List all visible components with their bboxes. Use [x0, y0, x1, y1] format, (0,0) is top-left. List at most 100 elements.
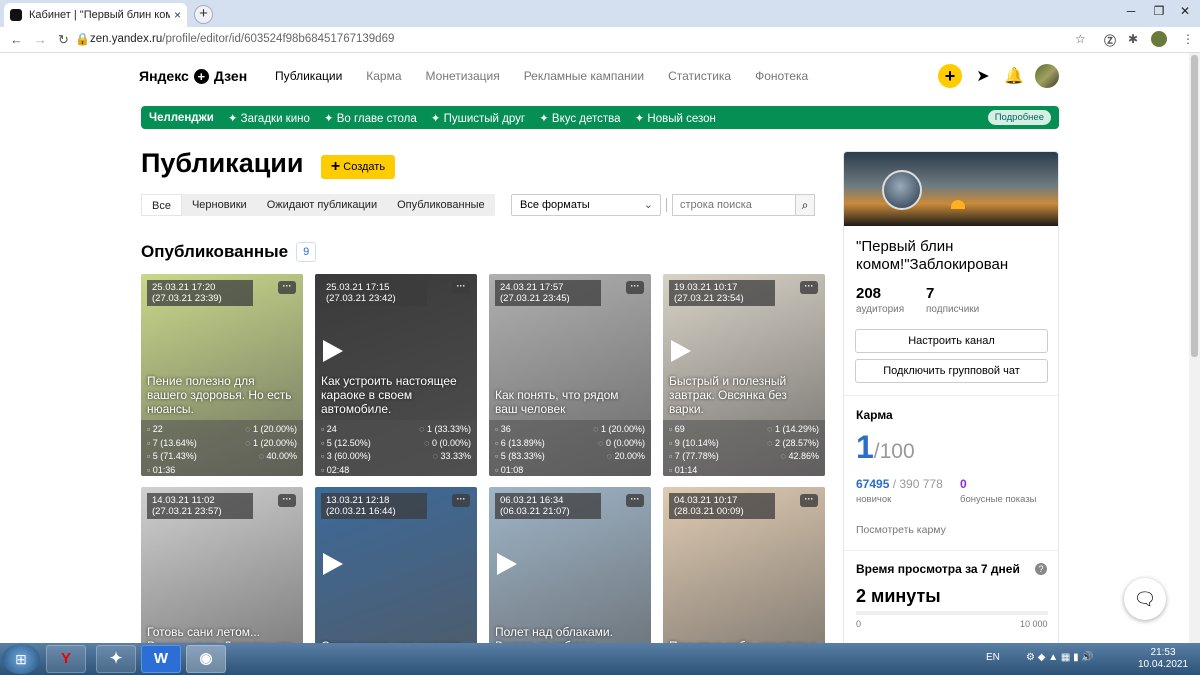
- new-tab-button[interactable]: +: [194, 5, 213, 24]
- avatar[interactable]: [1035, 64, 1059, 88]
- publication-title[interactable]: Пение полезно для вашего здоровья. Но ес…: [147, 374, 295, 416]
- challenges-more-button[interactable]: Подробнее: [987, 110, 1051, 125]
- extensions-puzzle-icon[interactable]: ✱: [1128, 32, 1138, 46]
- back-icon[interactable]: ←: [10, 32, 23, 47]
- extension-z-icon[interactable]: Ⓩ: [1104, 32, 1116, 49]
- play-icon[interactable]: [497, 553, 517, 575]
- play-icon[interactable]: [323, 553, 343, 575]
- clock-date: 10.04.2021: [1138, 659, 1189, 670]
- nav-statistics[interactable]: Статистика: [668, 69, 731, 83]
- minimize-icon[interactable]: ─: [1118, 4, 1144, 18]
- tab-close-icon[interactable]: ×: [174, 8, 181, 22]
- more-options-icon[interactable]: ···: [800, 281, 818, 294]
- clock-time: 21:53: [1150, 647, 1176, 658]
- create-plus-icon[interactable]: +: [938, 64, 962, 88]
- stat-left: 5 (12.50%): [321, 437, 371, 451]
- browser-tab-strip: Кабинет | "Первый блин комом" × + ─ ❐ ✕: [0, 0, 1200, 27]
- more-options-icon[interactable]: ···: [626, 281, 644, 294]
- stat-right: 1 (20.00%): [593, 423, 645, 437]
- start-button-icon[interactable]: ⊞: [2, 644, 40, 674]
- bookmark-star-icon[interactable]: ☆: [1075, 32, 1086, 46]
- chat-bubble-icon[interactable]: 🗨: [1124, 578, 1166, 620]
- challenge-item[interactable]: ✦ Во главе стола: [324, 111, 417, 125]
- reload-icon[interactable]: ↻: [58, 32, 69, 48]
- nav-phonoteka[interactable]: Фонотека: [755, 69, 808, 83]
- word-icon[interactable]: W: [141, 645, 181, 673]
- challenge-item[interactable]: ✦ Загадки кино: [228, 111, 310, 125]
- tab-published[interactable]: Опубликованные: [387, 194, 495, 216]
- tab-pending[interactable]: Ожидают публикации: [257, 194, 387, 216]
- more-options-icon[interactable]: ···: [452, 494, 470, 507]
- more-options-icon[interactable]: ···: [452, 281, 470, 294]
- publication-dates: 04.03.21 10:17 (28.03.21 00:09): [669, 493, 775, 519]
- language-indicator[interactable]: EN: [986, 652, 1000, 663]
- close-window-icon[interactable]: ✕: [1172, 4, 1198, 18]
- more-options-icon[interactable]: ···: [626, 494, 644, 507]
- nav-monetization[interactable]: Монетизация: [426, 69, 500, 83]
- publication-title[interactable]: Как понять, что рядом ваш человек: [495, 388, 643, 416]
- more-options-icon[interactable]: ···: [278, 494, 296, 507]
- channel-panel: "Первый блин комом!"Заблокирован 208 ауд…: [843, 151, 1059, 643]
- browser-tab[interactable]: Кабинет | "Первый блин комом" ×: [4, 3, 187, 27]
- more-options-icon[interactable]: ···: [278, 281, 296, 294]
- page-scrollbar[interactable]: [1189, 53, 1200, 643]
- nav-ad-campaigns[interactable]: Рекламные кампании: [524, 69, 644, 83]
- channel-avatar[interactable]: [882, 170, 922, 210]
- challenge-item[interactable]: ✦ Пушистый друг: [431, 111, 525, 125]
- tab-drafts[interactable]: Черновики: [182, 194, 257, 216]
- browser-menu-icon[interactable]: ⋮: [1182, 32, 1194, 46]
- play-icon[interactable]: [671, 340, 691, 362]
- maximize-icon[interactable]: ❐: [1146, 4, 1172, 18]
- format-select[interactable]: Все форматы ⌄: [511, 194, 661, 216]
- watch-time-progress: [856, 611, 1048, 615]
- format-select-value: Все форматы: [520, 199, 590, 211]
- create-button[interactable]: + Создать: [321, 155, 395, 179]
- stat-right: 1 (20.00%): [245, 437, 297, 451]
- publication-card[interactable]: 13.03.21 12:18(20.03.21 16:44)···Совпаде…: [315, 487, 477, 643]
- publication-title[interactable]: Быстрый и полезный завтрак. Овсянка без …: [669, 374, 817, 416]
- send-icon[interactable]: ➤: [973, 66, 993, 86]
- publication-card[interactable]: 25.03.21 17:15 (27.03.21 23:42) ··· Как уст…: [315, 274, 477, 476]
- stats-row: 5 (83.33%) 20.00%: [495, 450, 645, 464]
- publication-card[interactable]: 14.03.21 11:02 (27.03.21 23:57) ··· Готовь …: [141, 487, 303, 643]
- publication-card[interactable]: 04.03.21 10:17(28.03.21 00:09)···Приняти…: [663, 487, 825, 643]
- publication-stats: 241 (33.33%)5 (12.50%)0 (0.00%)3 (60.00%…: [315, 420, 477, 476]
- stat-left: 36: [495, 423, 511, 437]
- challenge-item[interactable]: ✦ Новый сезон: [635, 111, 716, 125]
- yandex-browser-icon[interactable]: Y: [46, 645, 86, 673]
- publication-title[interactable]: Готовь сани летом... Рекомендую. Доволен…: [147, 625, 295, 643]
- more-options-icon[interactable]: ···: [800, 494, 818, 507]
- system-clock[interactable]: 21:53 10.04.2021: [1138, 647, 1188, 671]
- chrome-icon[interactable]: ◉: [186, 645, 226, 673]
- configure-channel-button[interactable]: Настроить канал: [855, 329, 1048, 353]
- publication-card[interactable]: 19.03.21 10:17 (27.03.21 23:54) ··· Быстрый…: [663, 274, 825, 476]
- watch-time-title: Время просмотра за 7 дней: [856, 562, 1020, 576]
- challenge-item[interactable]: ✦ Вкус детства: [539, 111, 620, 125]
- tab-all[interactable]: Все: [141, 194, 182, 216]
- zen-app-icon[interactable]: ✦: [96, 645, 136, 673]
- tab-title: Кабинет | "Первый блин комом": [29, 9, 170, 21]
- tray-icons[interactable]: ⚙ ◆ ▲ ▦ ▮ 🔊: [1026, 652, 1094, 663]
- url-field[interactable]: zen.yandex.ru/profile/editor/id/603524f9…: [90, 33, 394, 45]
- stats-row: 3 (60.00%) 33.33%: [321, 450, 471, 464]
- nav-karma[interactable]: Карма: [366, 69, 401, 83]
- publication-card[interactable]: 06.03.21 16:34 (06.03.21 21:07) ··· Полет н…: [489, 487, 651, 643]
- publication-card[interactable]: 25.03.21 17:20 (27.03.21 23:39) ··· Пение п…: [141, 274, 303, 476]
- lock-icon[interactable]: 🔒: [75, 32, 90, 46]
- forward-icon[interactable]: →: [34, 32, 47, 47]
- bell-icon[interactable]: 🔔: [1004, 66, 1024, 86]
- scrollbar-thumb[interactable]: [1191, 55, 1198, 357]
- nav-publications[interactable]: Публикации: [275, 69, 342, 83]
- publication-card[interactable]: 24.03.21 17:57 (27.03.21 23:45) ··· Как пон…: [489, 274, 651, 476]
- publication-title[interactable]: Как устроить настоящее караоке в своем а…: [321, 374, 469, 416]
- yandex-zen-logo[interactable]: Яндекс + Дзен: [139, 68, 247, 84]
- search-input[interactable]: [672, 194, 796, 216]
- search-icon[interactable]: ⌕: [795, 194, 815, 216]
- publication-title[interactable]: Полет над облаками. Взгляд из кабины пил…: [495, 625, 643, 643]
- view-karma-link[interactable]: Посмотреть карму: [856, 524, 946, 536]
- group-chat-button[interactable]: Подключить групповой чат: [855, 359, 1048, 383]
- help-icon[interactable]: ?: [1035, 563, 1047, 575]
- play-icon[interactable]: [323, 340, 343, 362]
- channel-name[interactable]: "Первый блин комом!"Заблокирован: [856, 238, 1046, 274]
- profile-avatar-icon[interactable]: [1151, 31, 1167, 47]
